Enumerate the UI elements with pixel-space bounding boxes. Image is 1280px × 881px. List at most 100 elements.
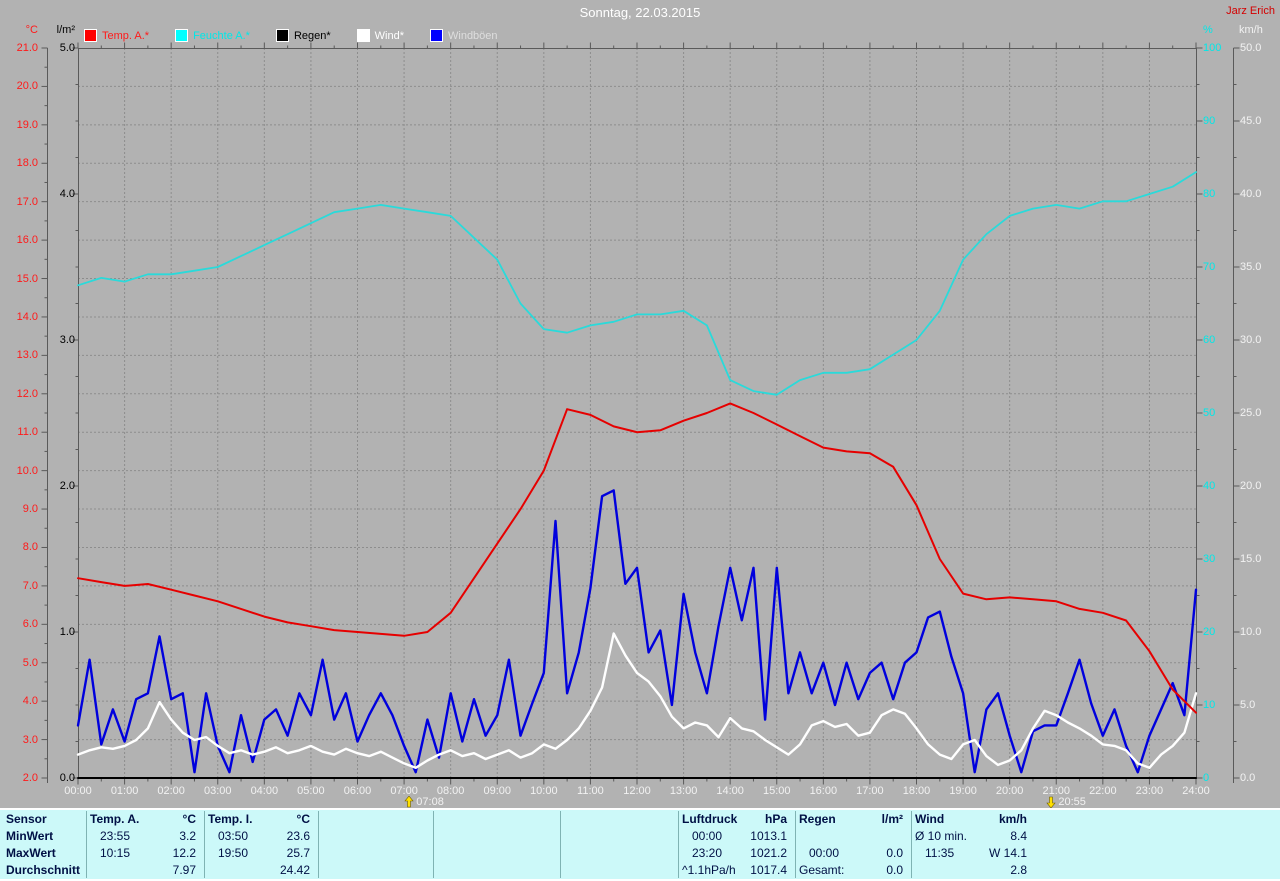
time-tick-label: 10:00: [530, 785, 558, 797]
table-column-separator: [560, 811, 561, 878]
humidity-tick-label: 80: [1203, 188, 1216, 200]
table-cell-value: 12.2: [172, 846, 196, 860]
table-cell-value: 0.0: [886, 863, 903, 877]
rain-tick-label: 2.0: [59, 480, 75, 492]
time-tick-label: 13:00: [669, 785, 698, 797]
table-cell-value: 25.7: [286, 846, 310, 860]
time-tick-label: 06:00: [343, 785, 372, 797]
statistics-table: Sensor MinWert MaxWert Durchschnitt Temp. A.…: [0, 810, 1280, 879]
table-row-label: Sensor: [6, 812, 47, 826]
table-cell-row: 23:20 1021.2: [680, 846, 791, 860]
sunset-time: 20:55: [1058, 796, 1086, 808]
humidity-tick-label: 30: [1203, 553, 1216, 565]
sunset-icon: [1046, 796, 1056, 808]
wind-tick-label: 35.0: [1240, 261, 1262, 273]
humidity-tick-label: 70: [1203, 261, 1216, 273]
time-tick-label: 15:00: [762, 785, 791, 797]
sunset-marker: 20:55: [1046, 796, 1086, 808]
table-cell-row: Temp. I. °C: [206, 812, 314, 826]
table-cell-value: 1013.1: [750, 829, 787, 843]
time-tick-label: 22:00: [1089, 785, 1117, 797]
humidity-tick-label: 10: [1203, 699, 1216, 711]
table-column-separator: [433, 811, 434, 878]
humidity-tick-label: 90: [1203, 115, 1216, 127]
temp-tick-label: 17.0: [16, 195, 38, 208]
temp-tick-label: 4.0: [22, 695, 38, 708]
temp-tick-label: 5.0: [22, 656, 38, 669]
rain-tick-label: 1.0: [59, 626, 75, 638]
table-cell-value: °C: [296, 812, 310, 826]
chart-plot: [41, 42, 1240, 785]
table-cell-time: Wind: [915, 812, 945, 826]
time-tick-label: 02:00: [157, 785, 185, 797]
wind-tick-label: 10.0: [1240, 626, 1262, 638]
temp-tick-label: 14.0: [16, 310, 38, 323]
sunrise-time: 07:08: [416, 796, 444, 808]
table-cell-time: ^1.1hPa/h: [682, 863, 736, 877]
table-cell-row: 2.8: [913, 863, 1031, 877]
table-cell-row: 03:50 23.6: [206, 829, 314, 843]
table-cell-row: 23:55 3.2: [88, 829, 200, 843]
temp-tick-label: 12.0: [16, 387, 38, 400]
temp-tick-label: 2.0: [22, 772, 38, 784]
time-tick-label: 20:00: [995, 785, 1024, 797]
table-cell-time: 00:00: [692, 829, 723, 843]
wind-tick-label: 5.0: [1240, 699, 1256, 711]
time-tick-label: 12:00: [623, 785, 651, 797]
temp-tick-label: 10.0: [16, 464, 38, 477]
time-tick-label: 14:00: [716, 785, 744, 797]
wind-tick-label: 0.0: [1240, 772, 1256, 784]
time-tick-label: 01:00: [110, 785, 139, 797]
table-column-separator: [795, 811, 796, 878]
table-cell-time: Gesamt:: [799, 863, 845, 877]
table-column-separator: [911, 811, 912, 878]
temp-tick-label: 13.0: [16, 349, 38, 362]
time-tick-label: 16:00: [809, 785, 838, 797]
wind-tick-label: 15.0: [1240, 553, 1262, 565]
wind-tick-label: 40.0: [1240, 188, 1262, 200]
table-cell-time: [88, 863, 90, 877]
temp-tick-label: 21.0: [16, 42, 38, 54]
table-cell-row: 10:15 12.2: [88, 846, 200, 860]
temp-tick-label: 3.0: [22, 733, 38, 746]
table-cell-time: 00:00: [809, 846, 840, 860]
table-cell-time: [206, 863, 208, 877]
table-cell-row: ^1.1hPa/h 1017.4: [680, 863, 791, 877]
table-cell-row: 19:50 25.7: [206, 846, 314, 860]
table-cell-row: Wind km/h: [913, 812, 1031, 826]
table-cell-value: W 14.1: [988, 846, 1027, 860]
table-cell-row: 00:00 1013.1: [680, 829, 791, 843]
table-cell-value: 7.97: [172, 863, 196, 877]
time-tick-label: 09:00: [483, 785, 512, 797]
table-cell-value: °C: [182, 812, 196, 826]
temp-tick-label: 7.0: [22, 579, 38, 592]
wind-tick-label: 30.0: [1240, 334, 1262, 346]
humidity-tick-label: 0: [1203, 772, 1210, 784]
wind-tick-label: 25.0: [1240, 407, 1262, 419]
rain-tick-label: 3.0: [59, 334, 75, 346]
rain-tick-label: 0.0: [59, 772, 75, 784]
humidity-tick-label: 60: [1203, 334, 1216, 346]
table-row-label: MinWert: [6, 829, 54, 843]
time-tick-label: 03:00: [203, 785, 232, 797]
table-cell-time: 19:50: [218, 846, 249, 860]
table-cell-row: Regen l/m²: [797, 812, 907, 826]
sunrise-marker: 07:08: [404, 796, 444, 808]
table-cell-value: 8.4: [1010, 829, 1027, 843]
temp-tick-label: 9.0: [22, 503, 38, 516]
time-tick-label: 04:00: [250, 785, 279, 797]
table-cell-time: 23:55: [100, 829, 131, 843]
table-cell-row: 7.97: [88, 863, 200, 877]
temp-tick-label: 20.0: [16, 80, 38, 93]
table-cell-time: 03:50: [218, 829, 249, 843]
time-tick-label: 00:00: [64, 785, 92, 797]
table-cell-row: 11:35 W 14.1: [913, 846, 1031, 860]
table-row-label: Durchschnitt: [6, 863, 81, 877]
table-cell-row: Gesamt: 0.0: [797, 863, 907, 877]
table-cell-row: Ø 10 min. 8.4: [913, 829, 1031, 843]
humidity-tick-label: 50: [1203, 407, 1216, 419]
table-cell-value: 3.2: [179, 829, 196, 843]
table-cell-value: 1017.4: [750, 863, 787, 877]
time-tick-label: 19:00: [949, 785, 977, 797]
time-tick-label: 11:00: [577, 785, 604, 797]
